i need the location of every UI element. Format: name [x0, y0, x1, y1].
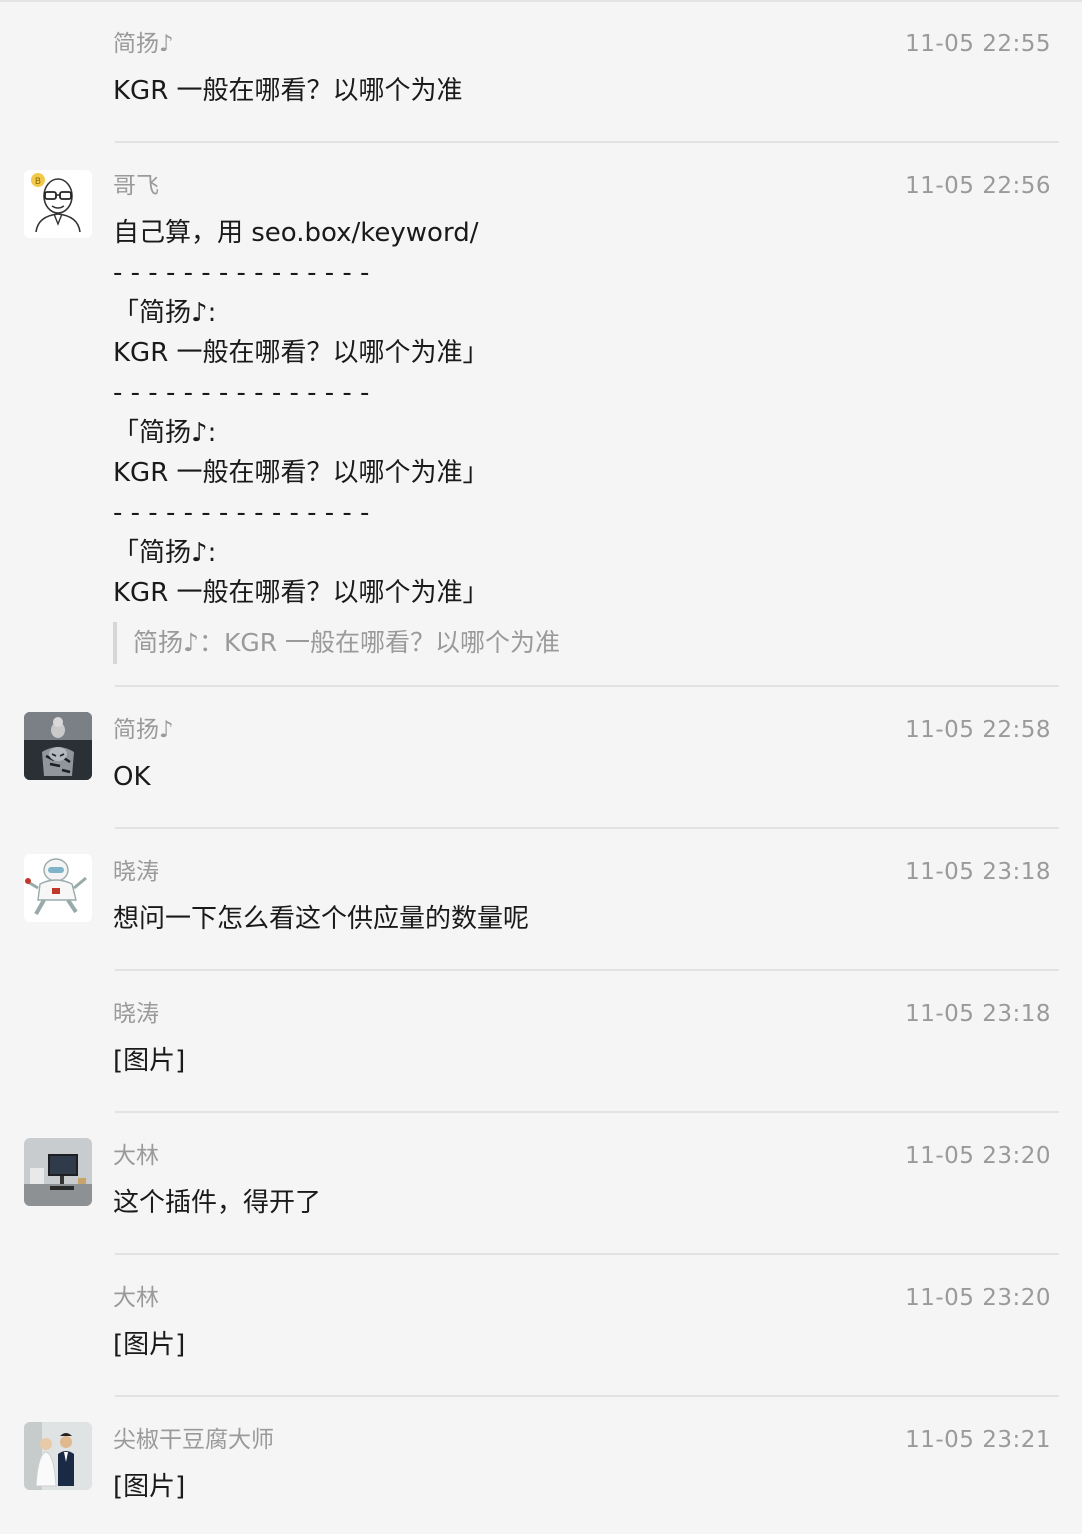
message-time: 11-05 23:18 [905, 859, 1051, 885]
message-item[interactable]: 晓涛 11-05 23:18 [图片] [0, 970, 1082, 1112]
message-time: 11-05 23:20 [905, 1143, 1051, 1169]
image-placeholder[interactable]: [图片] [113, 1467, 185, 1507]
avatar[interactable] [24, 712, 92, 780]
sender-name[interactable]: 晓涛 [113, 857, 159, 887]
sender-name[interactable]: 简扬♪ [113, 715, 174, 745]
quoted-message[interactable]: 简扬♪：KGR 一般在哪看？以哪个为准 [113, 622, 560, 664]
image-placeholder[interactable]: [图片] [113, 1041, 185, 1081]
message-item[interactable]: 简扬♪ 11-05 22:55 KGR 一般在哪看？以哪个为准 [0, 0, 1082, 142]
avatar[interactable] [24, 1422, 92, 1490]
sender-name[interactable]: 大林 [113, 1141, 159, 1171]
message-item[interactable]: 晓涛 11-05 23:18 想问一下怎么看这个供应量的数量呢 [0, 828, 1082, 970]
message-time: 11-05 22:58 [905, 717, 1051, 743]
message-item[interactable]: 尖椒干豆腐大师 11-05 23:21 [图片] [0, 1396, 1082, 1534]
message-text: 自己算，用 seo.box/keyword/ - - - - - - - - -… [113, 218, 489, 608]
message-text: 这个插件，得开了 [113, 1188, 322, 1218]
message-item[interactable]: 简扬♪ 11-05 22:58 OK [0, 686, 1082, 828]
sender-name[interactable]: 大林 [113, 1283, 159, 1313]
message-text: 想问一下怎么看这个供应量的数量呢 [113, 904, 530, 934]
message-text: KGR 一般在哪看？以哪个为准 [113, 76, 463, 106]
image-placeholder[interactable]: [图片] [113, 1325, 185, 1365]
sender-name[interactable]: 简扬♪ [113, 29, 174, 59]
message-time: 11-05 23:18 [905, 1001, 1051, 1027]
desk-setup-avatar-icon [24, 1138, 92, 1206]
message-item[interactable]: 大林 11-05 23:20 [图片] [0, 1254, 1082, 1396]
message-time: 11-05 23:21 [905, 1427, 1051, 1453]
cartoon-glasses-man-avatar-icon: B [24, 170, 92, 238]
message-item[interactable]: 大林 11-05 23:20 这个插件，得开了 [0, 1112, 1082, 1254]
avatar[interactable] [24, 1138, 92, 1206]
astronaut-cartoon-avatar-icon [24, 854, 92, 922]
message-item[interactable]: B 哥飞 11-05 22:56 自己算，用 seo.box/keyword/ … [0, 142, 1082, 686]
message-time: 11-05 22:55 [905, 31, 1051, 57]
sender-name[interactable]: 晓涛 [113, 999, 159, 1029]
sender-name[interactable]: 尖椒干豆腐大师 [113, 1425, 274, 1455]
avatar[interactable] [24, 854, 92, 922]
avatar[interactable]: B [24, 170, 92, 238]
message-time: 11-05 22:56 [905, 173, 1051, 199]
svg-text:B: B [35, 177, 41, 187]
message-text: OK [113, 762, 151, 792]
wedding-couple-avatar-icon [24, 1422, 92, 1490]
message-time: 11-05 23:20 [905, 1285, 1051, 1311]
sender-name[interactable]: 哥飞 [113, 171, 159, 201]
cat-tiger-reflection-avatar-icon [24, 712, 92, 780]
